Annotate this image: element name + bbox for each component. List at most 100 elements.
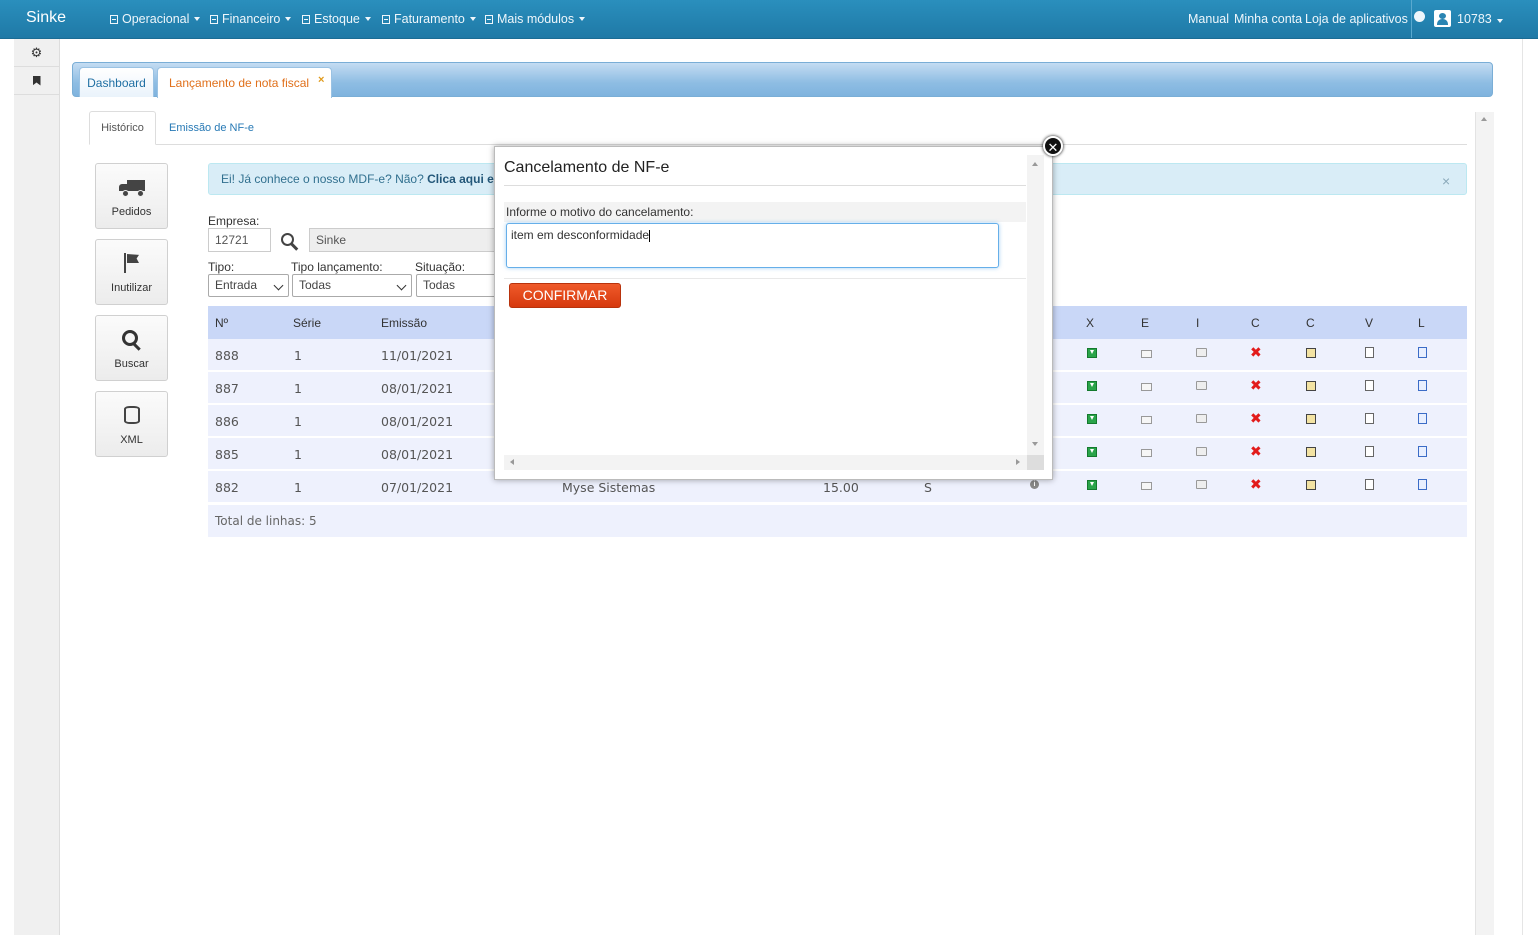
cancel-nfe-icon[interactable]: ✖	[1250, 344, 1262, 361]
caret-down-icon	[194, 17, 201, 21]
cell-valor: 15.00	[823, 480, 859, 495]
email-icon[interactable]	[1141, 449, 1152, 457]
col-numero[interactable]: Nº	[215, 316, 228, 330]
printer-icon[interactable]	[1196, 480, 1207, 489]
confirm-button[interactable]: CONFIRMAR	[509, 283, 621, 308]
settings-button[interactable]: ⚙	[14, 39, 59, 66]
caret-down-icon	[1496, 19, 1503, 23]
brand-logo[interactable]: Sinke	[26, 9, 66, 27]
email-icon[interactable]	[1141, 383, 1152, 391]
empresa-code-input[interactable]: 12721	[208, 228, 271, 252]
col-c2: C	[1306, 316, 1315, 330]
scroll-up-arrow[interactable]	[1032, 162, 1038, 166]
dialog-title: Cancelamento de NF-e	[504, 159, 670, 176]
close-tab-icon[interactable]: ×	[318, 74, 324, 86]
printer-icon[interactable]	[1196, 414, 1207, 423]
correction-letter-icon[interactable]	[1306, 381, 1316, 391]
col-l: L	[1418, 316, 1425, 330]
content-scrollbar[interactable]	[1475, 112, 1494, 935]
dialog-vertical-scrollbar[interactable]	[1027, 155, 1044, 455]
user-avatar-icon[interactable]	[1434, 10, 1451, 27]
cell-emissao: 07/01/2021	[381, 480, 454, 495]
tipo-label: Tipo:	[208, 260, 235, 274]
empresa-label: Empresa:	[208, 214, 260, 228]
menu-mais-modulos[interactable]: Mais módulos	[485, 12, 586, 26]
col-emissao[interactable]: Emissão	[381, 316, 427, 330]
correction-letter-icon[interactable]	[1306, 447, 1316, 457]
tab-dashboard[interactable]: Dashboard	[79, 67, 154, 97]
scroll-down-arrow[interactable]	[1032, 442, 1038, 446]
link-loja-aplicativos[interactable]: Loja de aplicativos	[1305, 12, 1408, 26]
cancel-nfe-icon[interactable]: ✖	[1250, 377, 1262, 394]
cell-cliente: Myse Sistemas	[562, 480, 656, 495]
link-minha-conta[interactable]: Minha conta	[1234, 12, 1302, 26]
cancel-nfe-icon[interactable]: ✖	[1250, 410, 1262, 427]
module-icon	[210, 14, 218, 24]
email-icon[interactable]	[1141, 350, 1152, 358]
scroll-right-arrow[interactable]	[1016, 459, 1020, 465]
cancel-reason-textarea[interactable]: item em desconformidade	[506, 223, 999, 268]
xml-button[interactable]: XML	[95, 391, 168, 457]
tipo-lancamento-select[interactable]: Todas	[292, 274, 412, 297]
database-icon	[124, 406, 140, 424]
scroll-up-arrow[interactable]	[1481, 117, 1487, 121]
col-serie[interactable]: Série	[293, 316, 321, 330]
close-dialog-icon[interactable]: ✕	[1043, 136, 1063, 156]
buscar-button[interactable]: Buscar	[95, 315, 168, 381]
total-lines: Total de linhas: 5	[215, 514, 317, 528]
col-e: E	[1141, 316, 1150, 330]
log-document-icon[interactable]	[1418, 479, 1427, 490]
view-document-icon[interactable]	[1365, 446, 1374, 457]
download-xml-icon[interactable]	[1087, 348, 1097, 358]
correction-letter-icon[interactable]	[1306, 414, 1316, 424]
menu-operacional[interactable]: Operacional	[110, 12, 201, 26]
info-icon[interactable]: i	[1030, 480, 1039, 489]
tab-historico[interactable]: Histórico	[89, 111, 156, 145]
user-menu[interactable]: 10783	[1457, 12, 1503, 26]
caret-down-icon	[469, 17, 476, 21]
bookmark-button[interactable]	[14, 67, 59, 94]
download-xml-icon[interactable]	[1087, 381, 1097, 391]
cell-numero: 885	[215, 447, 239, 462]
pedidos-button[interactable]: Pedidos	[95, 163, 168, 229]
dialog-horizontal-scrollbar[interactable]	[504, 455, 1027, 470]
close-alert-icon[interactable]: ×	[1442, 173, 1450, 189]
alert-link[interactable]: Clica aqui e s	[427, 172, 504, 186]
link-manual[interactable]: Manual	[1188, 12, 1229, 26]
cancel-nfe-icon[interactable]: ✖	[1250, 443, 1262, 460]
tab-lancamento-nota-fiscal[interactable]: Lançamento de nota fiscal	[157, 67, 332, 98]
printer-icon[interactable]	[1196, 447, 1207, 456]
scroll-left-arrow[interactable]	[510, 459, 514, 465]
situacao-select[interactable]: Todas	[416, 274, 496, 297]
menu-financeiro[interactable]: Financeiro	[210, 12, 292, 26]
view-document-icon[interactable]	[1365, 479, 1374, 490]
chevron-down-icon	[273, 280, 284, 291]
globe-icon[interactable]	[1414, 11, 1425, 22]
chevron-down-icon	[396, 280, 407, 291]
inutilizar-button[interactable]: Inutilizar	[95, 239, 168, 305]
log-document-icon[interactable]	[1418, 446, 1427, 457]
correction-letter-icon[interactable]	[1306, 348, 1316, 358]
cancel-nfe-icon[interactable]: ✖	[1250, 476, 1262, 493]
tipo-select[interactable]: Entrada	[208, 274, 289, 297]
menu-estoque[interactable]: Estoque	[302, 12, 371, 26]
correction-letter-icon[interactable]	[1306, 480, 1316, 490]
view-document-icon[interactable]	[1365, 380, 1374, 391]
search-icon[interactable]	[281, 233, 301, 253]
tab-emissao-nfe[interactable]: Emissão de NF-e	[169, 122, 254, 134]
cell-numero: 888	[215, 348, 239, 363]
printer-icon[interactable]	[1196, 381, 1207, 390]
download-xml-icon[interactable]	[1087, 414, 1097, 424]
printer-icon[interactable]	[1196, 348, 1207, 357]
log-document-icon[interactable]	[1418, 413, 1427, 424]
download-xml-icon[interactable]	[1087, 447, 1097, 457]
log-document-icon[interactable]	[1418, 380, 1427, 391]
download-xml-icon[interactable]	[1087, 480, 1097, 490]
module-icon	[302, 14, 310, 24]
view-document-icon[interactable]	[1365, 347, 1374, 358]
email-icon[interactable]	[1141, 416, 1152, 424]
email-icon[interactable]	[1141, 482, 1152, 490]
view-document-icon[interactable]	[1365, 413, 1374, 424]
menu-faturamento[interactable]: Faturamento	[382, 12, 476, 26]
log-document-icon[interactable]	[1418, 347, 1427, 358]
